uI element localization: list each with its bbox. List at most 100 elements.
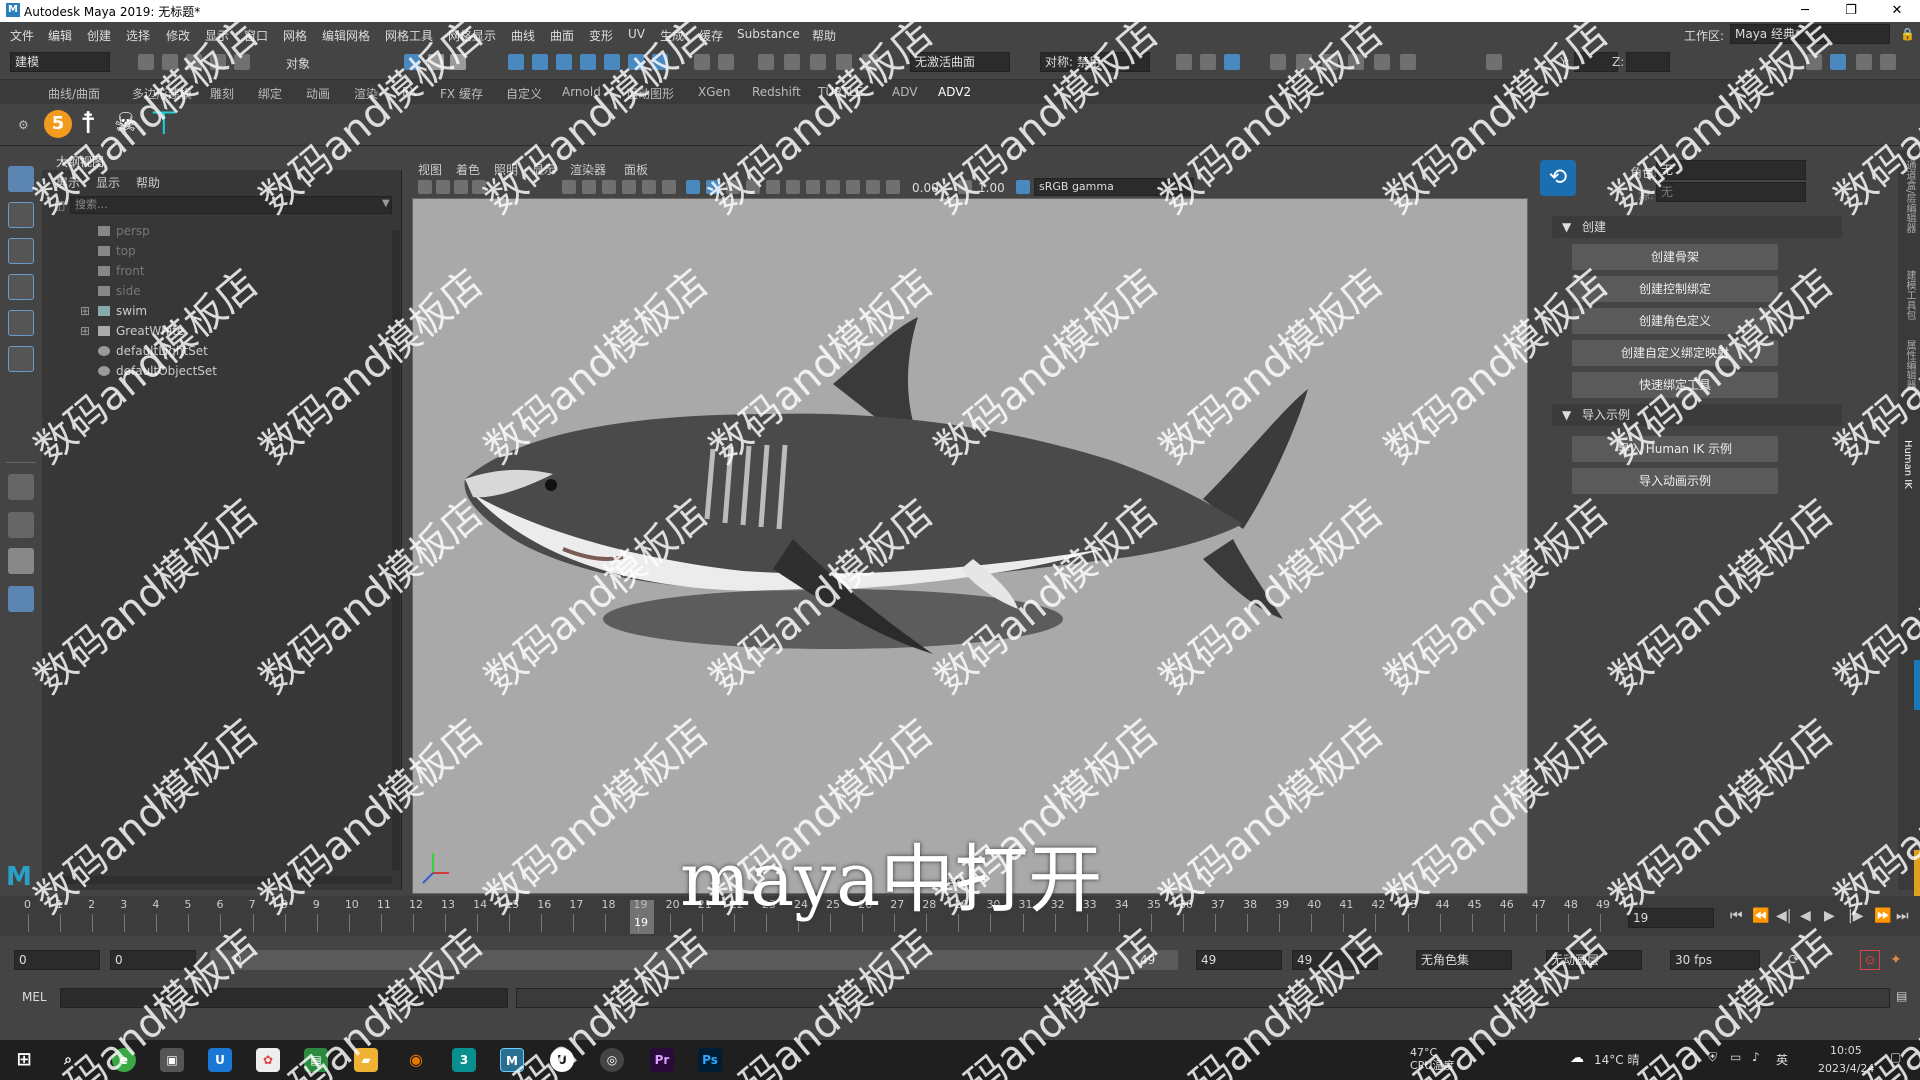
search-icon[interactable]: ⌕ [56, 1048, 80, 1072]
shelf-tab[interactable]: TURTLE [818, 85, 863, 99]
grid-icon[interactable] [562, 180, 576, 194]
live-surface-field[interactable]: 无激活曲面 [910, 52, 1010, 72]
select-hierarchy-icon[interactable] [404, 54, 420, 70]
loop-icon[interactable]: ⟳ [1788, 952, 1800, 968]
search-dropdown-icon[interactable]: ▼ [382, 198, 390, 209]
side-tab-humanik[interactable]: Human IK [1902, 440, 1913, 489]
import-animation-example-button[interactable]: 导入动画示例 [1572, 468, 1778, 494]
menu-file[interactable]: 文件 [10, 27, 34, 44]
badge-icon[interactable]: 5 [44, 110, 72, 138]
media-icon[interactable]: ▣ [160, 1048, 184, 1072]
render-view-icon[interactable] [1176, 54, 1192, 70]
range-bar[interactable]: 0 49 [210, 950, 1178, 970]
outliner-menu-display[interactable]: 显示 [96, 174, 120, 191]
camera-attributes-icon[interactable] [436, 180, 450, 194]
snap-grid-icon[interactable] [508, 54, 524, 70]
skull-icon[interactable]: ☠ [114, 108, 137, 138]
goto-start-icon[interactable]: ⏮ [1730, 908, 1743, 924]
current-frame-input[interactable]: 19 [1628, 908, 1714, 928]
scale-tool-icon[interactable] [8, 346, 34, 372]
save-scene-icon[interactable] [186, 54, 202, 70]
anim-prefs-icon[interactable]: ✦ [1890, 952, 1902, 968]
shelf-tab[interactable]: 多边形建模 [132, 85, 192, 102]
menu-display[interactable]: 显示 [205, 27, 229, 44]
source-dropdown[interactable]: 无 [1656, 182, 1806, 202]
undo-icon[interactable] [210, 54, 226, 70]
channel-box-toggle-icon[interactable] [1880, 54, 1896, 70]
outliner-menu-help[interactable]: 帮助 [136, 174, 160, 191]
shelf-tab[interactable]: Redshift [752, 85, 801, 99]
safe-action-icon[interactable] [662, 180, 676, 194]
tray-chevron-icon[interactable]: ⌃ [1686, 1050, 1696, 1064]
play-backward-icon[interactable]: ◀ [1800, 908, 1811, 924]
workspace-dropdown[interactable]: Maya 经典* [1730, 24, 1890, 44]
viewport-menu-lighting[interactable]: 照明 [494, 161, 518, 178]
camera-select-icon[interactable] [418, 180, 432, 194]
command-input[interactable] [60, 988, 508, 1008]
security-icon[interactable]: ⛨ [1708, 1050, 1717, 1065]
sidebar-toggle-icon[interactable] [1806, 54, 1822, 70]
outliner-menu-show[interactable]: 展示 [56, 174, 80, 191]
step-back-key-icon[interactable]: ⏪ [1752, 908, 1769, 924]
skeleton-icon[interactable]: ☨ [80, 106, 96, 141]
weather-icon[interactable]: ☁ [1570, 1050, 1584, 1066]
snapshot-icon[interactable] [1400, 54, 1416, 70]
goto-end-icon[interactable]: ⏭ [1896, 908, 1909, 924]
create-custom-rig-mapping-button[interactable]: 创建自定义绑定映射 [1572, 340, 1778, 366]
anim-end-input[interactable]: 49 [1292, 950, 1378, 970]
viewport-menu-view[interactable]: 视图 [418, 161, 442, 178]
exposure-icon[interactable] [886, 180, 900, 194]
shelf-tab[interactable]: 雕刻 [210, 85, 234, 102]
menu-modify[interactable]: 修改 [166, 27, 190, 44]
shelf-settings-icon[interactable]: ⚙ [18, 118, 29, 132]
expand-icon[interactable]: ⊞ [80, 302, 90, 320]
side-tab-channel-box[interactable]: 通道盒/层编辑器 [1902, 160, 1917, 233]
end-time-input[interactable]: 49 [1196, 950, 1282, 970]
gamma-value[interactable]: 1.00 [978, 181, 1005, 195]
viewport-menu-renderer[interactable]: 渲染器 [570, 161, 606, 178]
make-live-icon[interactable] [628, 54, 644, 70]
menu-window[interactable]: 窗口 [244, 27, 268, 44]
lasso-tool-icon[interactable] [8, 202, 34, 228]
expand-icon[interactable]: ⊞ [80, 322, 90, 340]
antialias-icon[interactable] [806, 180, 820, 194]
shelf-tab[interactable]: Arnold [562, 85, 601, 99]
file-explorer-icon[interactable]: ▰ [354, 1048, 378, 1072]
symmetry-dropdown[interactable]: 对称: 禁用 [1040, 52, 1150, 72]
minimize-button[interactable]: ─ [1782, 0, 1828, 22]
side-tab-modeling-toolkit[interactable]: 建模工具包 [1902, 270, 1917, 320]
select-object-icon[interactable] [428, 54, 444, 70]
outliner-layout-icon[interactable] [8, 586, 34, 612]
viewport-menu-shading[interactable]: 着色 [456, 161, 480, 178]
network-icon[interactable]: ▭ [1730, 1050, 1741, 1064]
ambient-occlusion-icon[interactable] [786, 180, 800, 194]
lights-icon[interactable] [746, 180, 760, 194]
viewport-menu-show[interactable]: 显示 [532, 161, 556, 178]
menu-create[interactable]: 创建 [87, 27, 111, 44]
output-ops-icon[interactable] [784, 54, 800, 70]
obs-icon[interactable]: ◎ [600, 1048, 624, 1072]
import-humanik-example-button[interactable]: 导入 Human IK 示例 [1572, 436, 1778, 462]
rotate-tool-icon[interactable] [8, 310, 34, 336]
shelf-tab[interactable]: 动画 [306, 85, 330, 102]
shelf-tab[interactable]: 曲线/曲面 [48, 85, 100, 102]
3dsmax-icon[interactable]: 3 [452, 1048, 476, 1072]
blender-icon[interactable]: ◉ [404, 1048, 428, 1072]
volume-icon[interactable]: ♪ [1752, 1050, 1760, 1064]
four-view-icon[interactable] [8, 512, 34, 538]
wireframe-icon[interactable] [686, 180, 700, 194]
ime-indicator[interactable]: 英 [1776, 1051, 1788, 1068]
ipr-icon[interactable] [862, 54, 878, 70]
shelf-tab[interactable]: 渲染 [354, 85, 378, 102]
pause-icon[interactable] [1374, 54, 1390, 70]
unreal-icon[interactable]: U [550, 1048, 574, 1072]
create-character-definition-button[interactable]: 创建角色定义 [1572, 308, 1778, 334]
shelf-tab[interactable]: FX [402, 85, 417, 99]
pictures-icon[interactable]: ▤ [304, 1048, 328, 1072]
selection-mode-label[interactable]: 对象 [286, 55, 310, 72]
outliner-search-input[interactable]: 搜索... [70, 196, 392, 214]
snap-point-icon[interactable] [556, 54, 572, 70]
arnold-icon[interactable] [1322, 54, 1338, 70]
shadows-icon[interactable] [766, 180, 780, 194]
menu-deform[interactable]: 变形 [589, 27, 613, 44]
